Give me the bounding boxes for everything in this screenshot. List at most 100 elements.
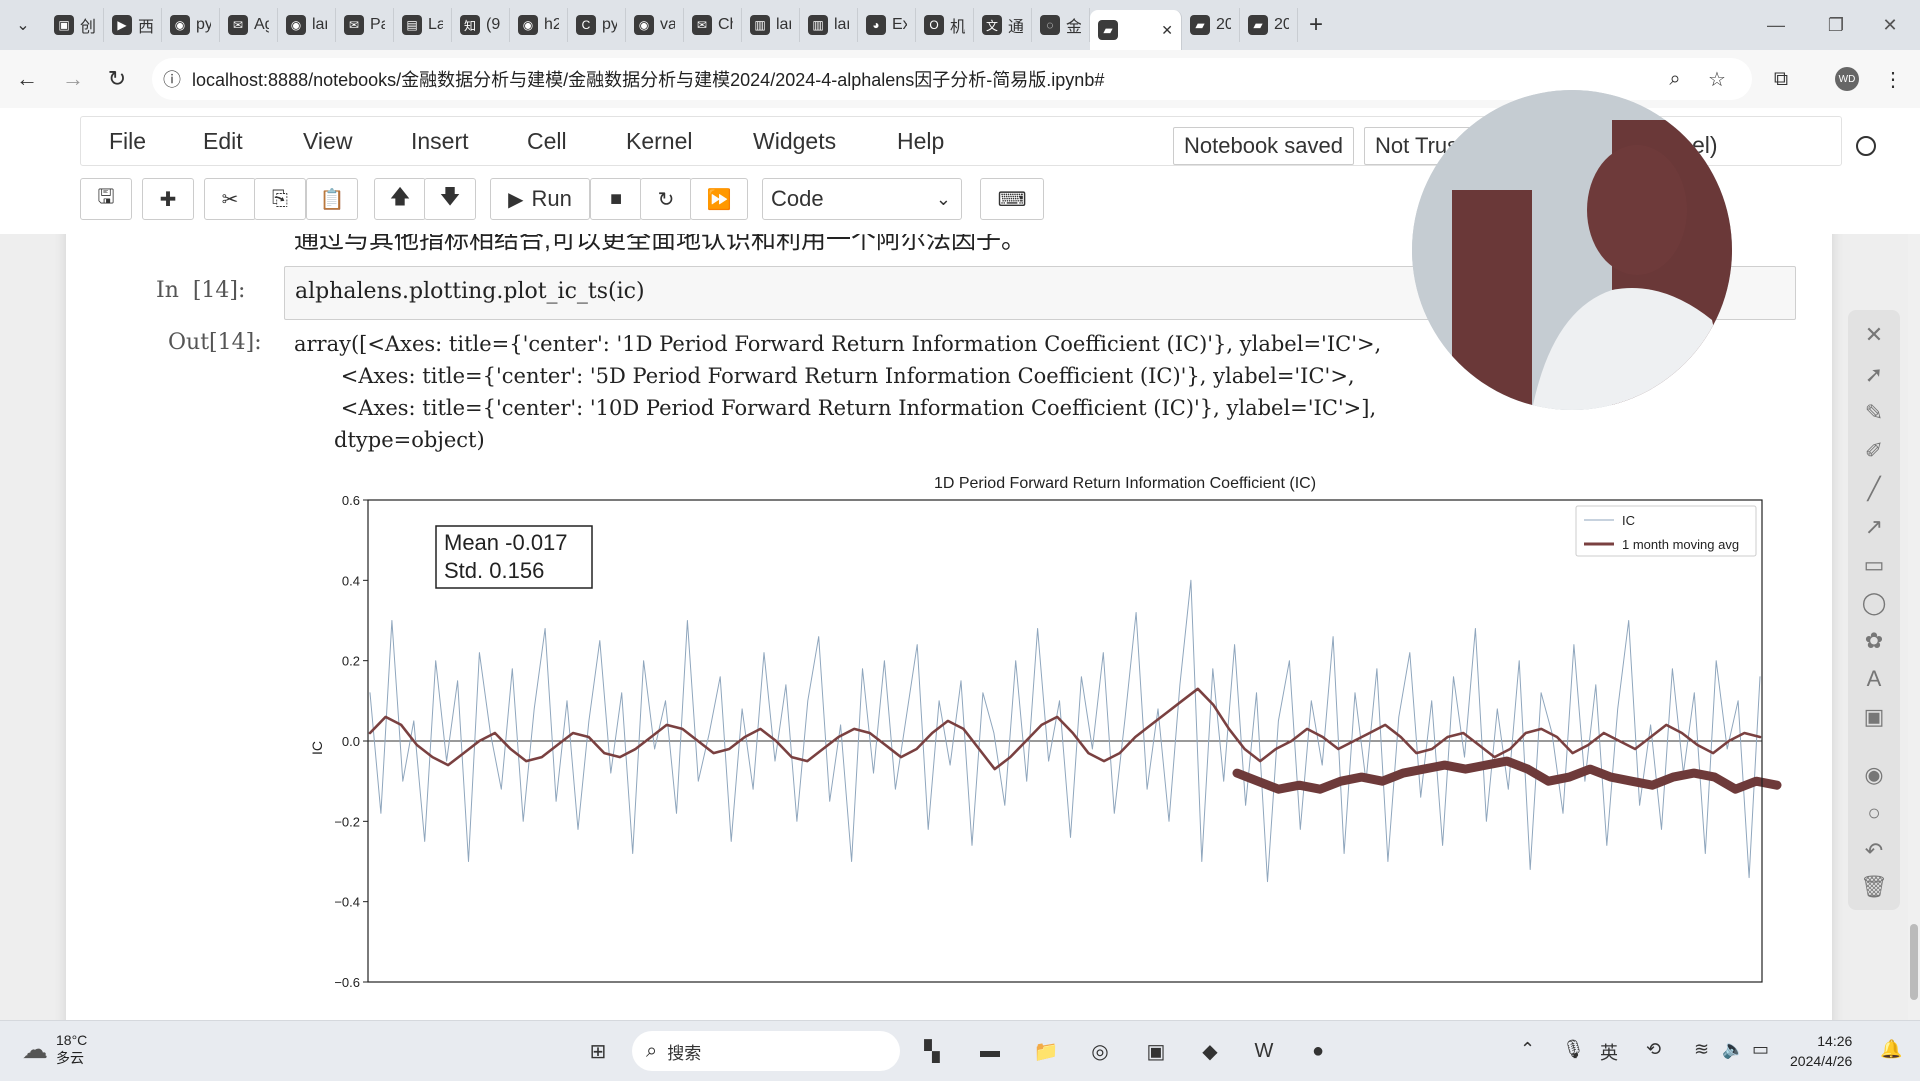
pointer-tool[interactable]: ➚	[1848, 358, 1900, 392]
cut-button[interactable]: ✂	[204, 178, 256, 220]
back-button[interactable]: ←	[10, 62, 44, 96]
browser-tab[interactable]: ✉ Ag	[220, 8, 278, 42]
browser-tab[interactable]: ◉ h2	[510, 8, 568, 42]
browser-tab[interactable]: ◉ lar	[278, 8, 336, 42]
notification-button[interactable]: 🔔	[1880, 1039, 1902, 1060]
site-info-icon[interactable]: ⓘ	[152, 66, 192, 92]
taskbar-app-files[interactable]: 📁	[1028, 1033, 1064, 1069]
taskbar-app-explorer[interactable]: ▬	[972, 1033, 1008, 1069]
menu-cell[interactable]: Cell	[527, 117, 567, 165]
browser-tab[interactable]: ▰ 20	[1182, 8, 1240, 42]
browser-tab[interactable]: O机	[916, 8, 974, 42]
start-button[interactable]: ⊞	[580, 1033, 616, 1069]
menu-insert[interactable]: Insert	[411, 117, 469, 165]
browser-tab[interactable]: ▰ ✕	[1090, 10, 1182, 50]
close-window-button[interactable]: ✕	[1860, 0, 1920, 50]
tray-expand-button[interactable]: ⌃	[1520, 1039, 1535, 1060]
browser-tab[interactable]: Cpy	[568, 8, 626, 42]
menu-edit[interactable]: Edit	[203, 117, 243, 165]
taskbar-clock[interactable]: 14:26 2024/4/26	[1790, 1031, 1852, 1071]
taskbar-app-wps[interactable]: W	[1246, 1033, 1282, 1069]
tray-app-button[interactable]: ⟲	[1646, 1039, 1661, 1060]
ellipse-tool[interactable]: ◯	[1848, 586, 1900, 620]
browser-tab[interactable]: ▶ 西	[104, 8, 162, 42]
browser-tab[interactable]: ◉ py	[162, 8, 220, 42]
move-up-button[interactable]: 🡅	[374, 178, 426, 220]
tab-title: 机	[950, 19, 965, 36]
image-tool[interactable]: ▣	[1848, 700, 1900, 734]
battery-button[interactable]: ▭	[1752, 1039, 1769, 1060]
taskbar-app-chrome[interactable]: ◎	[1082, 1033, 1118, 1069]
bookmark-button[interactable]: ☆	[1700, 62, 1734, 96]
new-tab-button[interactable]: +	[1298, 11, 1334, 39]
save-button[interactable]: 🖫	[80, 178, 132, 220]
menu-view[interactable]: View	[303, 117, 352, 165]
run-button[interactable]: ▶ Run	[490, 178, 590, 220]
task-view-button[interactable]: ▚	[914, 1033, 950, 1069]
menu-kernel[interactable]: Kernel	[626, 117, 692, 165]
zoom-button[interactable]: ⌕	[1658, 62, 1692, 96]
notebook-saved-indicator: Notebook saved	[1173, 127, 1354, 165]
taskbar-search[interactable]: ⌕ 搜索	[632, 1031, 900, 1071]
browser-menu-button[interactable]: ⋮	[1876, 62, 1910, 96]
forward-button[interactable]: →	[56, 62, 90, 96]
tab-title: lar	[834, 16, 849, 33]
browser-tab[interactable]: 知 (9	[452, 8, 510, 42]
close-panel-button[interactable]: ✕	[1848, 318, 1900, 352]
network-button[interactable]: ≋	[1694, 1039, 1709, 1060]
browser-tab[interactable]: ▥ lar	[800, 8, 858, 42]
menu-file[interactable]: File	[109, 117, 146, 165]
paste-button[interactable]: 📋	[306, 178, 358, 220]
move-down-button[interactable]: 🡇	[424, 178, 476, 220]
profile-button[interactable]: WD	[1830, 62, 1864, 96]
restart-run-all-button[interactable]: ⏩	[690, 178, 748, 220]
menu-widgets[interactable]: Widgets	[753, 117, 836, 165]
tab-search-button[interactable]: ⌄	[0, 0, 46, 50]
rectangle-tool[interactable]: ▭	[1848, 548, 1900, 582]
browser-tab[interactable]: ◌ 金	[1032, 8, 1090, 42]
page-scrollbar[interactable]	[1908, 234, 1920, 1020]
menu-help[interactable]: Help	[897, 117, 944, 165]
microphone-button[interactable]: 🎙	[1562, 1039, 1585, 1060]
cell-type-select[interactable]: Code ⌄	[762, 178, 962, 220]
browser-tab[interactable]: ✉ Pa	[336, 8, 394, 42]
text-tool[interactable]: A	[1848, 662, 1900, 696]
browser-tab[interactable]: ◕ Ex	[858, 8, 916, 42]
spotlight-tool[interactable]: ◉	[1848, 758, 1900, 792]
volume-button[interactable]: 🔈	[1722, 1039, 1744, 1060]
insert-cell-button[interactable]: ✚	[142, 178, 194, 220]
taskbar-app-terminal[interactable]: ▣	[1138, 1033, 1174, 1069]
restore-icon: ❐	[1827, 14, 1845, 35]
maximize-button[interactable]: ❐	[1806, 0, 1866, 50]
copy-button[interactable]: ⎘	[254, 178, 306, 220]
browser-tab[interactable]: ▣ 创	[46, 8, 104, 42]
taskbar-app-recorder[interactable]: ◆	[1192, 1033, 1228, 1069]
marker-tool[interactable]: ✐	[1848, 434, 1900, 468]
minimize-button[interactable]: —	[1746, 0, 1806, 50]
browser-tab[interactable]: ▰ 20	[1240, 8, 1298, 42]
output-line: <Axes: title={'center': '10D Period Forw…	[294, 396, 1377, 420]
extensions-button[interactable]: ⧉	[1764, 62, 1798, 96]
browser-tab[interactable]: 文通	[974, 8, 1032, 42]
input-method-button[interactable]: 英	[1600, 1039, 1618, 1065]
reload-button[interactable]: ↻	[100, 62, 134, 96]
browser-tab[interactable]: ▥ lar	[742, 8, 800, 42]
restart-button[interactable]: ↻	[640, 178, 692, 220]
weather-widget[interactable]: ☁ 18°C 多云	[22, 1031, 87, 1067]
command-palette-button[interactable]: ⌨	[980, 178, 1044, 220]
arrow-tool[interactable]: ↗	[1848, 510, 1900, 544]
scrollbar-thumb[interactable]	[1910, 924, 1918, 1000]
line-tool[interactable]: ╱	[1848, 472, 1900, 506]
browser-tab[interactable]: ▤ La	[394, 8, 452, 42]
taskbar-app-camera[interactable]: ●	[1300, 1033, 1336, 1069]
browser-tab[interactable]: ✉ Ch	[684, 8, 742, 42]
clear-tool[interactable]: 🗑	[1848, 870, 1900, 904]
address-bar[interactable]: ⓘ localhost:8888/notebooks/金融数据分析与建模/金融数…	[152, 58, 1752, 100]
color-tool[interactable]: ✿	[1848, 624, 1900, 658]
close-tab-icon[interactable]: ✕	[1161, 22, 1173, 39]
pen-tool[interactable]: ✎	[1848, 396, 1900, 430]
undo-tool[interactable]: ↶	[1848, 834, 1900, 868]
browser-tab[interactable]: ◉ va	[626, 8, 684, 42]
circle-tool[interactable]: ○	[1848, 796, 1900, 830]
interrupt-button[interactable]: ■	[590, 178, 642, 220]
